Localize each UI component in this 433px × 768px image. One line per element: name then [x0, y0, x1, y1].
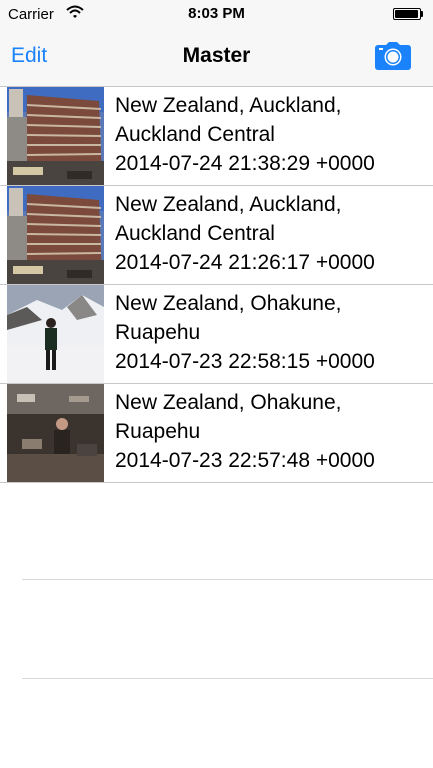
location-line-1: New Zealand, Auckland,: [115, 193, 342, 216]
table-row[interactable]: New Zealand, Auckland, Auckland Central …: [0, 186, 433, 285]
empty-row-separator: [22, 579, 433, 580]
building-thumbnail: [7, 186, 104, 284]
table-row[interactable]: New Zealand, Ohakune, Ruapehu 2014-07-23…: [0, 384, 433, 483]
location-line-1: New Zealand, Ohakune,: [115, 292, 342, 315]
status-bar: Carrier 8:03 PM: [0, 0, 433, 30]
status-time: 8:03 PM: [188, 5, 245, 22]
location-line-2: Auckland Central: [115, 222, 275, 245]
timestamp: 2014-07-23 22:57:48 +0000: [115, 449, 375, 472]
building-thumbnail: [7, 87, 104, 185]
location-line-2: Ruapehu: [115, 321, 201, 344]
camera-button[interactable]: [375, 42, 411, 70]
table-row[interactable]: New Zealand, Ohakune, Ruapehu 2014-07-23…: [0, 285, 433, 384]
timestamp: 2014-07-24 21:38:29 +0000: [115, 152, 375, 175]
location-line-2: Ruapehu: [115, 420, 201, 443]
timestamp: 2014-07-24 21:26:17 +0000: [115, 251, 375, 274]
location-line-1: New Zealand, Ohakune,: [115, 391, 342, 414]
snow-mountain-thumbnail: [7, 285, 104, 383]
page-title: Master: [182, 44, 251, 67]
indoor-person-thumbnail: [7, 384, 104, 482]
location-line-1: New Zealand, Auckland,: [115, 94, 342, 117]
battery-icon: [393, 8, 423, 20]
location-line-2: Auckland Central: [115, 123, 275, 146]
empty-row-separator: [22, 678, 433, 679]
photo-list: New Zealand, Auckland, Auckland Central …: [0, 87, 433, 483]
camera-icon: [375, 42, 411, 70]
navigation-bar: Edit Master: [0, 30, 433, 87]
timestamp: 2014-07-23 22:58:15 +0000: [115, 350, 375, 373]
table-row[interactable]: New Zealand, Auckland, Auckland Central …: [0, 87, 433, 186]
